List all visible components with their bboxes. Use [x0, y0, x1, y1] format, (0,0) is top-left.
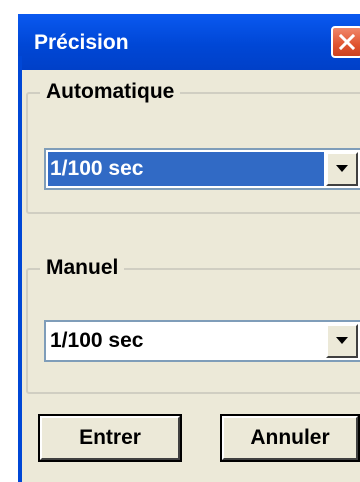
window-title: Précision — [34, 31, 129, 54]
automatique-precision-value: 1/100 sec — [48, 152, 324, 186]
manuel-dropdown-button[interactable] — [326, 324, 358, 358]
ok-button[interactable]: Entrer — [38, 414, 182, 462]
window-left-border — [18, 56, 22, 482]
cancel-button[interactable]: Annuler — [220, 414, 360, 462]
manuel-precision-select[interactable]: 1/100 sec — [44, 320, 360, 362]
group-label-automatique: Automatique — [40, 80, 181, 104]
automatique-dropdown-button[interactable] — [326, 152, 358, 186]
chevron-down-icon — [336, 165, 348, 172]
manuel-precision-value: 1/100 sec — [50, 329, 144, 352]
close-icon — [338, 33, 356, 51]
automatique-precision-select[interactable]: 1/100 sec — [44, 148, 360, 190]
close-button[interactable] — [331, 26, 360, 58]
title-bar[interactable]: Précision — [18, 14, 360, 70]
dialog-window: Précision Automatique 1/100 sec Manuel 1… — [18, 14, 360, 482]
chevron-down-icon — [336, 337, 348, 344]
group-label-manuel: Manuel — [40, 256, 125, 280]
